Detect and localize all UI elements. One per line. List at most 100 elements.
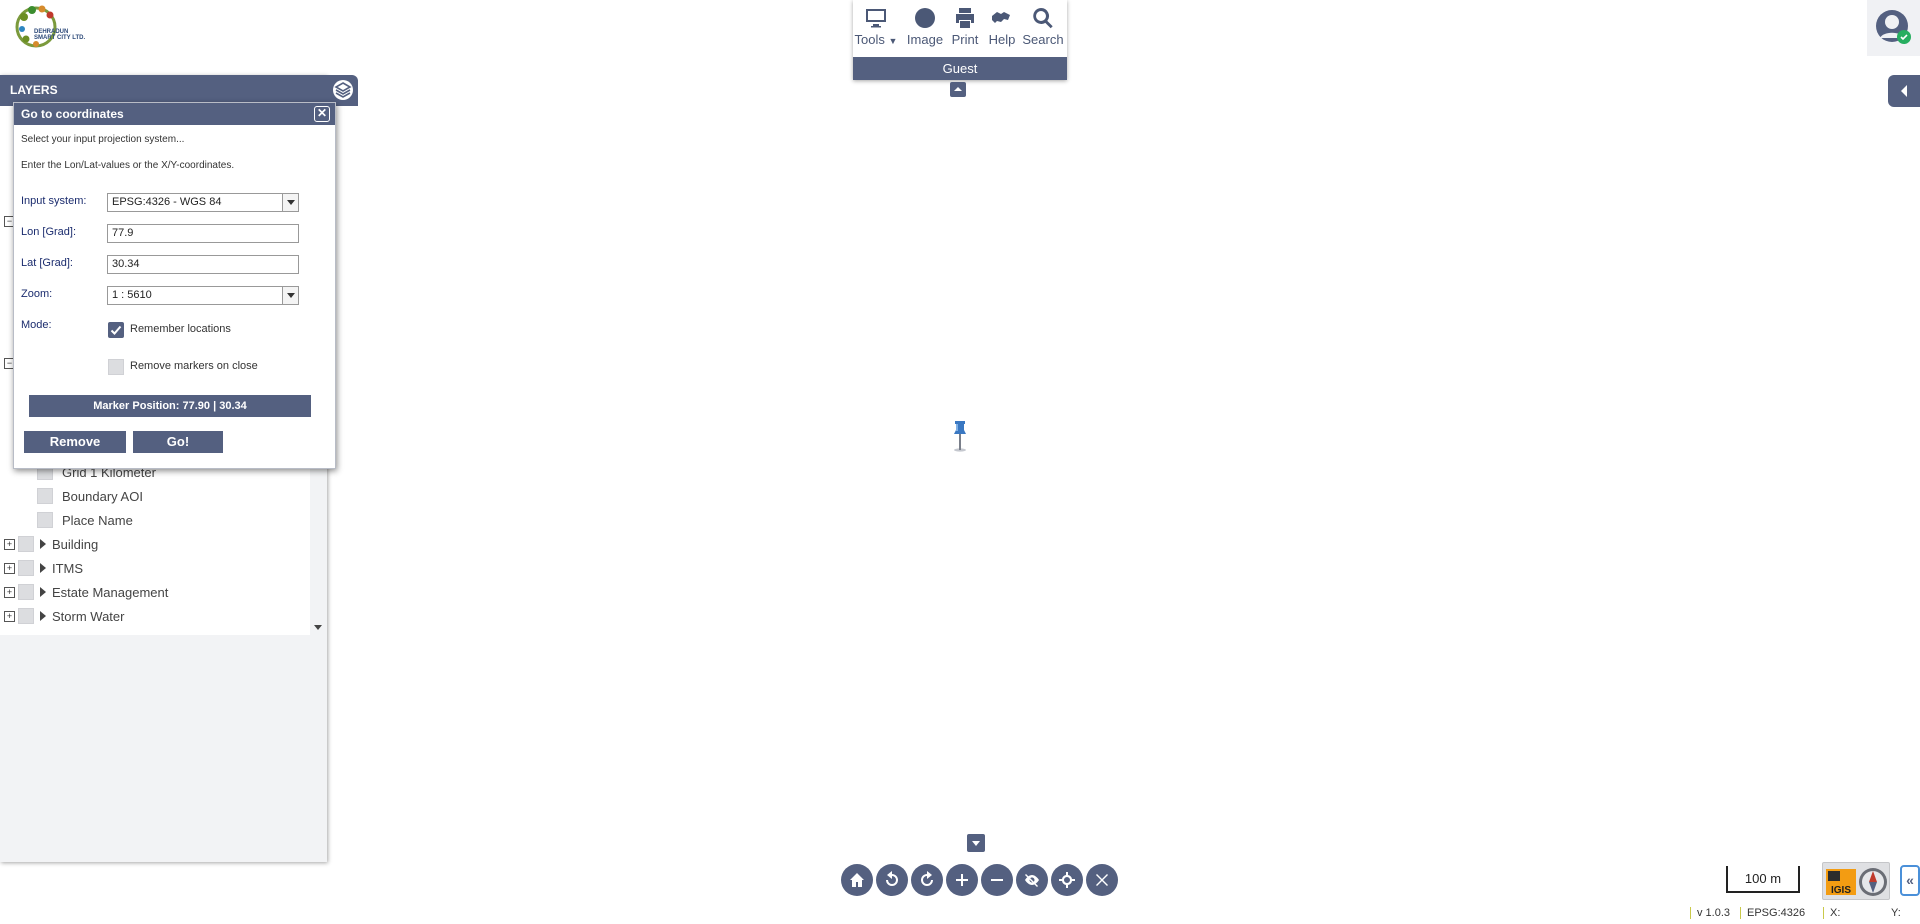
layer-group-itms[interactable]: + ITMS: [4, 557, 83, 579]
help-button[interactable]: Help: [984, 6, 1020, 54]
home-icon: [850, 873, 864, 887]
layer-checkbox[interactable]: [37, 512, 53, 528]
layers-title: LAYERS: [10, 83, 58, 97]
tools-label: Tools ▼: [854, 32, 898, 47]
status-bar: v 1.0.3 EPSG:4326 X: Y:: [1690, 905, 1920, 924]
pushpin-icon: [954, 421, 966, 452]
coordinates-hint: Enter the Lon/Lat-values or the X/Y-coor…: [21, 160, 235, 171]
tree-expand-icon[interactable]: +: [4, 610, 15, 622]
igis-logo: IGIS: [1822, 862, 1890, 900]
goto-coordinates-dialog: Go to coordinates ✕ Select your input pr…: [13, 102, 336, 471]
logo-text: DEHRADUN SMART CITY LTD.: [34, 29, 85, 41]
svg-text:IGIS: IGIS: [1831, 885, 1851, 896]
user-label: Guest: [942, 61, 978, 76]
dialog-title: Go to coordinates: [21, 107, 124, 121]
layer-checkbox[interactable]: [18, 560, 34, 576]
help-hands-icon: [992, 12, 1010, 23]
search-label: Search: [1022, 32, 1064, 47]
zoom-select[interactable]: 1 : 5610: [107, 286, 299, 305]
close-icon[interactable]: ✕: [314, 106, 330, 122]
user-avatar-icon: [1876, 10, 1911, 44]
zoom-label: Zoom:: [21, 288, 53, 300]
tree-expand-icon[interactable]: +: [4, 562, 15, 574]
nav-collapse-button[interactable]: [967, 834, 985, 852]
home-button[interactable]: [841, 864, 873, 896]
print-button[interactable]: Print: [947, 6, 983, 54]
input-system-select[interactable]: EPSG:4326 - WGS 84: [107, 193, 299, 212]
clear-icon: [1096, 874, 1108, 886]
remember-locations-label: Remember locations: [130, 323, 231, 335]
chevron-up-icon: [954, 87, 962, 91]
remove-markers-on-close-checkbox[interactable]: [108, 359, 124, 375]
scale-label: 100 m: [1744, 871, 1782, 886]
search-icon: [1033, 8, 1053, 29]
projection-label: EPSG:4326: [1740, 907, 1805, 919]
tree-expand-icon[interactable]: +: [4, 586, 15, 598]
layer-group-estate-management[interactable]: + Estate Management: [4, 581, 168, 603]
undo-icon: [886, 871, 898, 886]
go-button[interactable]: Go!: [133, 431, 223, 453]
chevron-down-icon: [972, 841, 980, 846]
zoom-out-button[interactable]: [981, 864, 1013, 896]
chevron-down-icon: ▼: [888, 36, 898, 46]
redo-button[interactable]: [911, 864, 943, 896]
redo-icon: [921, 871, 933, 886]
globe-icon: [915, 8, 935, 28]
locate-button[interactable]: [1051, 864, 1083, 896]
zoom-in-icon: [956, 874, 968, 886]
logo-emblem-icon: [15, 5, 57, 48]
image-button[interactable]: Image: [905, 6, 945, 54]
mode-label: Mode:: [21, 319, 52, 331]
overview-toggle-button[interactable]: «: [1900, 865, 1920, 896]
input-system-label: Input system:: [21, 195, 87, 207]
print-label: Print: [951, 32, 979, 47]
caret-right-icon[interactable]: [40, 539, 46, 549]
dialog-title-bar: Go to coordinates ✕: [14, 103, 335, 125]
layer-group-storm-water[interactable]: + Storm Water: [4, 605, 124, 627]
lon-label: Lon [Grad]:: [21, 226, 77, 238]
layer-checkbox[interactable]: [18, 584, 34, 600]
map-marker-pin[interactable]: [951, 420, 969, 452]
right-panel-toggle[interactable]: [1888, 75, 1920, 107]
toolbar-collapse-button[interactable]: [950, 82, 966, 97]
layer-label: Boundary AOI: [62, 488, 143, 504]
scroll-down-icon[interactable]: [313, 623, 323, 631]
chevron-down-icon[interactable]: [282, 194, 298, 211]
hide-button[interactable]: [1016, 864, 1048, 896]
input-system-value: EPSG:4326 - WGS 84: [112, 196, 222, 208]
version-label: v 1.0.3: [1690, 907, 1730, 919]
locate-icon: [1059, 872, 1075, 888]
layer-checkbox[interactable]: [18, 536, 34, 552]
remember-locations-checkbox[interactable]: [108, 322, 124, 338]
clear-button[interactable]: [1086, 864, 1118, 896]
layers-stack-icon[interactable]: [332, 79, 354, 101]
undo-button[interactable]: [876, 864, 908, 896]
x-coordinate-label: X:: [1823, 907, 1840, 919]
chevron-down-icon[interactable]: [282, 287, 298, 304]
caret-right-icon[interactable]: [40, 611, 46, 621]
scale-bar: 100 m: [1726, 866, 1800, 893]
layer-group-building[interactable]: + Building: [4, 533, 98, 555]
search-button[interactable]: Search: [1021, 6, 1065, 54]
remove-markers-button[interactable]: Remove markers: [24, 431, 126, 471]
tree-expand-icon[interactable]: +: [4, 538, 15, 550]
marker-position-display: Marker Position: 77.90 | 30.34: [29, 395, 311, 417]
user-avatar-button[interactable]: [1867, 0, 1920, 56]
user-status-bar: Guest: [853, 57, 1067, 80]
caret-right-icon[interactable]: [40, 563, 46, 573]
layer-item-boundary-aoi[interactable]: Boundary AOI: [37, 485, 143, 507]
layer-item-place-name[interactable]: Place Name: [37, 509, 133, 531]
caret-right-icon[interactable]: [40, 587, 46, 597]
layer-checkbox[interactable]: [18, 608, 34, 624]
lat-value: 30.34: [112, 258, 140, 270]
igis-north-arrow-icon: IGIS: [1826, 868, 1887, 896]
tools-button[interactable]: Tools ▼: [854, 6, 898, 54]
help-label: Help: [988, 32, 1016, 47]
remove-markers-on-close-label: Remove markers on close: [130, 360, 258, 372]
layer-checkbox[interactable]: [37, 488, 53, 504]
monitor-icon: [866, 9, 886, 28]
layer-group-label: ITMS: [52, 560, 84, 576]
zoom-in-button[interactable]: [946, 864, 978, 896]
lon-input[interactable]: 77.9: [107, 224, 299, 243]
lat-input[interactable]: 30.34: [107, 255, 299, 274]
